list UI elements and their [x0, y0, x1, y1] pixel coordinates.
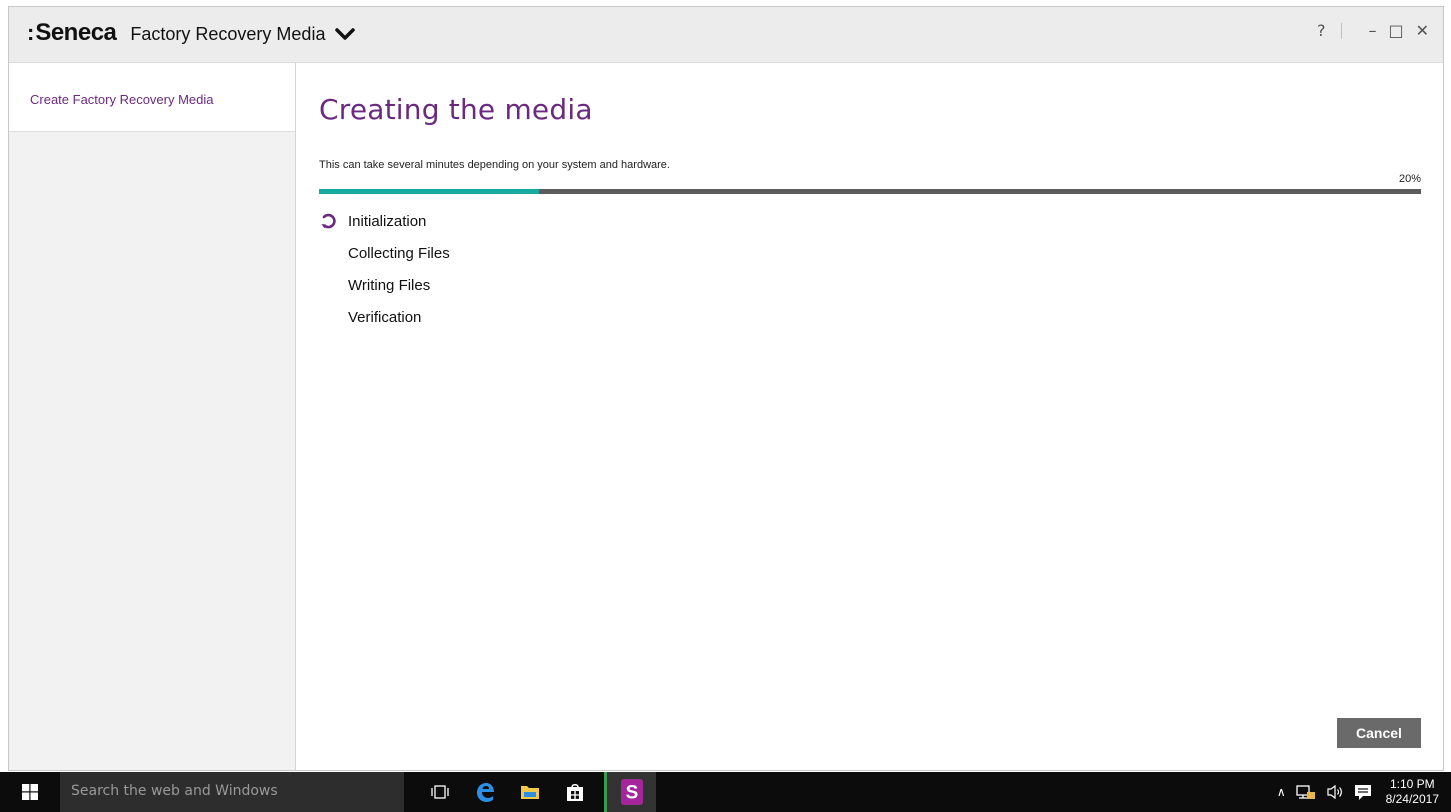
- clock-time: 1:10 PM: [1389, 777, 1435, 791]
- minimize-button[interactable]: –: [1368, 21, 1376, 40]
- clock-date: 8/24/2017: [1385, 792, 1439, 806]
- step-label: Verification: [348, 308, 422, 326]
- system-tray: ∧ 1:10 PM 8/24/2017: [1267, 772, 1439, 812]
- title-bar: : Seneca Factory Recovery Media ? – □ ✕: [9, 7, 1443, 63]
- step-writing-files: Writing Files: [317, 269, 450, 301]
- chevron-down-icon[interactable]: [335, 26, 356, 40]
- clock[interactable]: 1:10 PM 8/24/2017: [1386, 777, 1439, 807]
- help-button[interactable]: ?: [1317, 21, 1326, 40]
- cancel-button[interactable]: Cancel: [1337, 718, 1421, 748]
- task-view-icon[interactable]: [418, 772, 462, 812]
- app-brand[interactable]: : Seneca Factory Recovery Media: [27, 19, 356, 49]
- step-initialization: Initialization: [317, 205, 450, 237]
- edge-icon[interactable]: [463, 772, 507, 812]
- sidebar-item-label: Create Factory Recovery Media: [30, 92, 214, 107]
- close-button[interactable]: ✕: [1416, 21, 1429, 40]
- step-verification: Verification: [317, 301, 450, 333]
- step-collecting-files: Collecting Files: [317, 237, 450, 269]
- sidebar-item-create-factory-recovery-media[interactable]: Create Factory Recovery Media: [9, 63, 295, 132]
- file-explorer-icon[interactable]: [508, 772, 552, 812]
- main-content: Creating the media This can take several…: [297, 63, 1443, 770]
- step-list: Initialization Collecting Files Writing …: [317, 205, 450, 333]
- progress-fill: [319, 189, 540, 194]
- notifications-icon[interactable]: [1354, 783, 1372, 801]
- spinner-icon: [317, 211, 341, 231]
- store-icon[interactable]: [553, 772, 597, 812]
- tray-chevron-up-icon[interactable]: ∧: [1277, 785, 1286, 799]
- step-label: Writing Files: [348, 276, 431, 294]
- page-title: Creating the media: [319, 93, 593, 126]
- separator: [1341, 22, 1343, 39]
- windows-start-icon[interactable]: [0, 772, 60, 812]
- brand-logo: Seneca: [35, 19, 117, 46]
- taskbar-search-input[interactable]: Search the web and Windows: [60, 772, 404, 812]
- maximize-button[interactable]: □: [1388, 21, 1403, 40]
- app-title: Factory Recovery Media: [130, 24, 326, 44]
- page-subtitle: This can take several minutes depending …: [319, 159, 670, 171]
- progress-percent: 20%: [1398, 173, 1421, 185]
- taskbar: Search the web and Windows S ∧ 1:10 PM 8…: [0, 772, 1451, 812]
- app-window: : Seneca Factory Recovery Media ? – □ ✕ …: [8, 6, 1444, 771]
- svg-text:S: S: [625, 783, 638, 804]
- volume-icon[interactable]: [1326, 784, 1344, 800]
- sidebar: Create Factory Recovery Media: [9, 63, 296, 770]
- seneca-app-icon[interactable]: S: [604, 772, 656, 812]
- window-controls: ? – □ ✕: [1317, 21, 1429, 40]
- network-icon[interactable]: [1295, 784, 1316, 800]
- step-label: Initialization: [348, 212, 427, 230]
- brand-logo-dots: :: [27, 20, 35, 45]
- progress-bar: [319, 189, 1421, 194]
- step-label: Collecting Files: [348, 244, 450, 262]
